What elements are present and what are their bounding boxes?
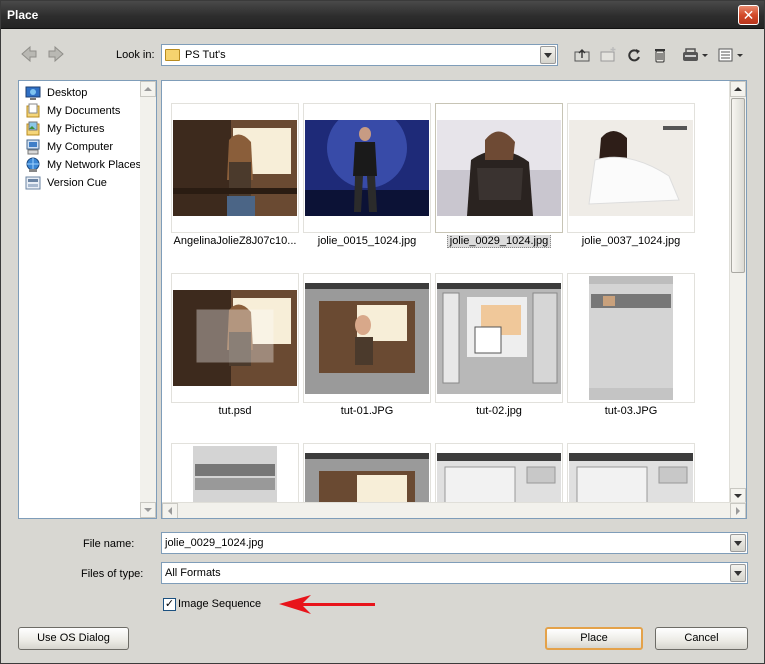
sidebar-item-label: My Network Places xyxy=(47,159,142,171)
files-of-type-value: All Formats xyxy=(165,567,221,579)
documents-icon xyxy=(26,103,40,118)
place-dialog: Place ✕ Look in: PS Tut's Desktop My Doc… xyxy=(0,0,765,664)
image-sequence-checkbox[interactable]: ✓ xyxy=(163,598,176,611)
file-name-label: File name: xyxy=(83,538,135,550)
red-annotation-arrow xyxy=(279,595,375,614)
look-in-select[interactable]: PS Tut's xyxy=(161,44,558,66)
places-sidebar: Desktop My Documents My Pictures My Comp… xyxy=(18,80,157,519)
place-button[interactable]: Place xyxy=(545,627,643,650)
close-button[interactable]: ✕ xyxy=(738,5,759,25)
up-folder-icon[interactable] xyxy=(573,46,591,64)
sidebar-item-my-pictures[interactable]: My Pictures xyxy=(25,121,104,137)
scroll-up-button[interactable] xyxy=(140,81,156,97)
look-in-value: PS Tut's xyxy=(185,49,226,61)
file-thumbnail[interactable] xyxy=(171,273,299,403)
file-pane-vertical-scrollbar[interactable] xyxy=(729,81,746,504)
network-icon xyxy=(26,157,40,172)
cancel-button[interactable]: Cancel xyxy=(655,627,748,650)
sidebar-item-label: My Computer xyxy=(47,141,114,153)
scroll-down-button[interactable] xyxy=(140,502,156,518)
scroll-left-button[interactable] xyxy=(162,503,178,518)
look-in-label: Look in: xyxy=(116,49,155,61)
photo-thumbnail xyxy=(173,120,297,216)
photo-thumbnail xyxy=(437,120,561,216)
photo-thumbnail xyxy=(569,120,693,216)
view-menu-icon[interactable] xyxy=(717,46,745,64)
scrollbar-thumb[interactable] xyxy=(731,98,745,273)
tools-icon[interactable] xyxy=(682,46,710,64)
file-name-label: tut-03.JPG xyxy=(604,405,658,417)
desktop-icon xyxy=(25,86,41,100)
file-name-label: tut-01.JPG xyxy=(340,405,394,417)
file-name-label: jolie_0015_1024.jpg xyxy=(317,235,417,247)
files-of-type-select[interactable]: All Formats xyxy=(161,562,748,584)
file-thumbnail[interactable] xyxy=(171,103,299,233)
sidebar-item-label: Version Cue xyxy=(47,177,107,189)
sidebar-item-label: My Documents xyxy=(47,105,121,117)
sidebar-item-my-computer[interactable]: My Computer xyxy=(25,139,113,155)
folder-icon xyxy=(165,49,180,61)
photo-thumbnail xyxy=(305,120,429,216)
dialog-title: Place xyxy=(7,8,39,22)
refresh-icon[interactable] xyxy=(625,46,643,64)
sidebar-scrollbar[interactable] xyxy=(140,81,156,518)
image-sequence-label[interactable]: Image Sequence xyxy=(178,598,261,610)
title-bar[interactable]: Place ✕ xyxy=(1,1,764,29)
file-name-label-selected: jolie_0029_1024.jpg xyxy=(432,235,566,249)
screenshot-thumbnail xyxy=(589,276,673,400)
use-os-dialog-button[interactable]: Use OS Dialog xyxy=(18,627,129,650)
chevron-down-icon[interactable] xyxy=(540,46,556,64)
sidebar-item-my-network-places[interactable]: My Network Places xyxy=(25,157,141,173)
file-name-label: tut.psd xyxy=(218,405,252,417)
pictures-icon xyxy=(26,121,40,136)
sidebar-item-label: My Pictures xyxy=(47,123,105,135)
sidebar-item-version-cue[interactable]: Version Cue xyxy=(25,175,107,191)
file-name-label: tut-02.jpg xyxy=(476,405,522,417)
sidebar-item-label: Desktop xyxy=(47,87,88,99)
file-thumbnail[interactable] xyxy=(303,103,431,233)
forward-arrow-icon[interactable] xyxy=(46,44,66,64)
file-name-label: AngelinaJolieZ8J07c10... xyxy=(173,235,297,247)
chevron-down-icon[interactable] xyxy=(730,564,746,582)
computer-icon xyxy=(26,139,40,155)
file-thumbnail[interactable] xyxy=(567,273,695,403)
photo-thumbnail xyxy=(173,290,297,386)
scroll-right-button[interactable] xyxy=(730,503,746,518)
file-name-label: jolie_0037_1024.jpg xyxy=(581,235,681,247)
file-name-value: jolie_0029_1024.jpg xyxy=(165,537,264,549)
delete-icon[interactable] xyxy=(651,46,669,64)
file-pane-horizontal-scrollbar[interactable] xyxy=(162,502,746,518)
file-thumbnail[interactable] xyxy=(435,273,563,403)
file-name-field[interactable]: jolie_0029_1024.jpg xyxy=(161,532,748,554)
sidebar-item-my-documents[interactable]: My Documents xyxy=(25,103,120,119)
screenshot-thumbnail xyxy=(437,283,561,394)
version-cue-icon xyxy=(25,176,41,190)
file-thumbnail-selected[interactable] xyxy=(435,103,563,233)
sidebar-item-desktop[interactable]: Desktop xyxy=(25,85,87,101)
file-thumbnail-view: AngelinaJolieZ8J07c10... jolie_0015_1024… xyxy=(161,80,747,519)
file-thumbnail[interactable] xyxy=(567,103,695,233)
scroll-up-button[interactable] xyxy=(730,81,746,97)
back-arrow-icon[interactable] xyxy=(19,44,39,64)
screenshot-thumbnail xyxy=(305,283,429,394)
file-thumbnail[interactable] xyxy=(303,273,431,403)
new-folder-icon[interactable] xyxy=(599,46,617,64)
files-of-type-label: Files of type: xyxy=(81,568,144,580)
chevron-down-icon[interactable] xyxy=(730,534,746,552)
